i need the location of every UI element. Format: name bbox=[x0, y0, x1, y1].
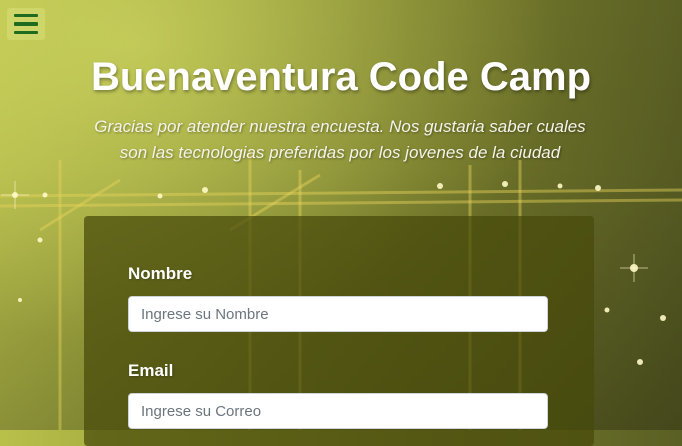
name-input[interactable] bbox=[128, 296, 548, 332]
menu-button[interactable] bbox=[7, 8, 45, 40]
hamburger-menu-icon bbox=[14, 13, 38, 18]
name-label: Nombre bbox=[128, 264, 193, 283]
survey-form: Nombre Email bbox=[84, 216, 594, 446]
page-title: Buenaventura Code Camp bbox=[90, 55, 592, 99]
email-input[interactable] bbox=[128, 393, 548, 429]
email-label: Email bbox=[128, 361, 174, 380]
page-subtitle: Gracias por atender nuestra encuesta. No… bbox=[94, 117, 586, 162]
